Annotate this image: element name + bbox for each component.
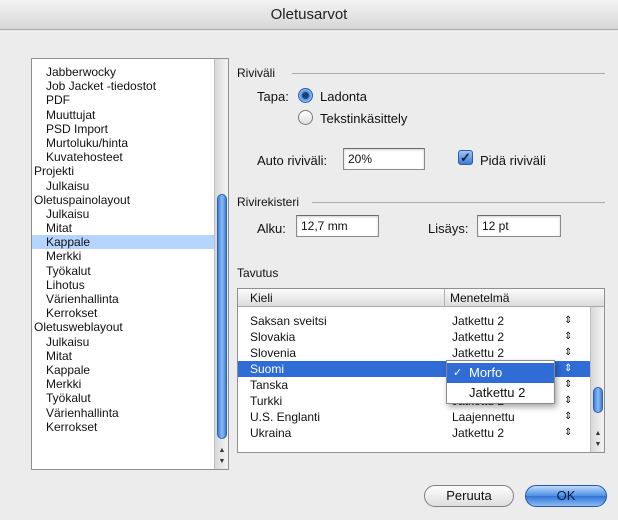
radio-ladonta-label[interactable]: Ladonta <box>320 89 367 104</box>
category-item[interactable]: Kappale <box>32 363 228 377</box>
tavutus-heading: Tavutus <box>237 266 279 280</box>
row-language: Saksan sveitsi <box>250 314 327 328</box>
category-item[interactable]: Mitat <box>32 349 228 363</box>
radio-ladonta[interactable] <box>298 88 313 103</box>
category-items: Jabberwocky Job Jacket -tiedostot PDF Muutt… <box>32 65 228 434</box>
auto-rivivali-label: Auto riviväli: <box>257 153 328 168</box>
row-method[interactable]: Jatkettu 2 <box>452 345 504 361</box>
category-item[interactable]: Merkki <box>32 377 228 391</box>
preferences-window: Oletusarvot Jabberwocky Job Jacket -tiedo… <box>0 0 618 520</box>
tapa-label: Tapa: <box>257 89 289 104</box>
stepper-arrows-icon[interactable]: ⇕ <box>564 393 572 409</box>
stepper-arrows-icon[interactable]: ⇕ <box>564 409 572 425</box>
category-item[interactable]: PSD Import <box>32 122 228 136</box>
pida-rivivali-checkbox[interactable]: ✓ <box>458 150 473 165</box>
lisays-field[interactable]: 12 pt <box>477 215 561 237</box>
method-popup-menu: ✓ Morfo Jatkettu 2 <box>446 360 555 404</box>
rivirekisteri-divider <box>312 202 605 203</box>
rivivali-heading: Riviväli <box>237 66 276 80</box>
table-row[interactable]: Ukraina Jatkettu 2 ⇕ <box>238 425 590 441</box>
row-language: Slovenia <box>250 346 297 360</box>
stepper-arrows-icon[interactable]: ⇕ <box>564 377 572 393</box>
lisays-label: Lisäys: <box>428 221 469 236</box>
table-row[interactable]: Saksan sveitsi Jatkettu 2 ⇕ <box>238 313 590 329</box>
ok-button[interactable]: OK <box>525 485 607 507</box>
category-item[interactable]: Kerrokset <box>32 420 228 434</box>
rivivali-divider <box>292 73 605 74</box>
category-item[interactable]: Värienhallinta <box>32 406 228 420</box>
category-item[interactable]: Kerrokset <box>32 306 228 320</box>
table-row[interactable]: Slovenia Jatkettu 2 ⇕ <box>238 345 590 361</box>
category-item[interactable]: Värienhallinta <box>32 292 228 306</box>
table-header: Kieli Menetelmä <box>238 289 604 307</box>
row-method[interactable]: Jatkettu 2 <box>452 425 504 441</box>
category-list[interactable]: Jabberwocky Job Jacket -tiedostot PDF Muutt… <box>31 58 229 470</box>
popup-option-jatkettu-2[interactable]: Jatkettu 2 <box>447 383 554 403</box>
alku-field[interactable]: 12,7 mm <box>296 215 379 237</box>
category-item[interactable]: Työkalut <box>32 264 228 278</box>
pida-rivivali-label[interactable]: Pidä riviväli <box>480 153 546 168</box>
cancel-button[interactable]: Peruuta <box>424 485 514 507</box>
category-item[interactable]: Lihotus <box>32 278 228 292</box>
category-item[interactable]: Murtoluku/hinta <box>32 136 228 150</box>
auto-rivivali-field[interactable]: 20% <box>343 148 425 170</box>
column-separator <box>444 289 445 307</box>
row-language: U.S. Englanti <box>250 410 321 424</box>
checkmark-icon: ✓ <box>453 367 463 379</box>
category-scrollbar[interactable]: ▲ ▼ <box>214 59 228 469</box>
table-scrollbar[interactable]: ▲ ▼ <box>590 307 604 452</box>
category-group[interactable]: Oletusweblayout <box>32 320 228 334</box>
row-method[interactable]: Jatkettu 2 <box>452 329 504 345</box>
category-item[interactable]: Jabberwocky <box>32 65 228 79</box>
row-method[interactable]: Laajennettu <box>452 409 515 425</box>
column-header-menetelma[interactable]: Menetelmä <box>450 289 509 307</box>
category-item[interactable]: Julkaisu <box>32 335 228 349</box>
row-language: Turkki <box>250 394 283 408</box>
stepper-arrows-icon[interactable]: ⇕ <box>564 329 572 345</box>
alku-label: Alku: <box>257 221 286 236</box>
category-item[interactable]: Kappale <box>32 235 228 250</box>
radio-tekstinkasittely-label[interactable]: Tekstinkäsittely <box>320 111 407 126</box>
row-method[interactable]: Jatkettu 2 <box>452 313 504 329</box>
table-row[interactable]: U.S. Englanti Laajennettu ⇕ <box>238 409 590 425</box>
table-scroll-arrows-icon[interactable]: ▲ ▼ <box>591 428 604 452</box>
row-language: Suomi <box>250 362 285 376</box>
category-item[interactable]: Mitat <box>32 221 228 235</box>
window-title: Oletusarvot <box>0 0 618 30</box>
column-header-kieli[interactable]: Kieli <box>250 289 273 307</box>
category-group[interactable]: Oletuspainolayout <box>32 193 228 207</box>
scroll-arrows-icon[interactable]: ▲ ▼ <box>215 445 228 469</box>
category-item[interactable]: PDF <box>32 93 228 107</box>
radio-tekstinkasittely[interactable] <box>298 110 313 125</box>
category-group[interactable]: Projekti <box>32 164 228 178</box>
category-item[interactable]: Julkaisu <box>32 179 228 193</box>
popup-option-morfo[interactable]: ✓ Morfo <box>447 363 554 383</box>
row-language: Slovakia <box>250 330 296 344</box>
category-scroll-thumb[interactable] <box>217 194 227 439</box>
category-item[interactable]: Job Jacket -tiedostot <box>32 79 228 93</box>
category-item[interactable]: Työkalut <box>32 391 228 405</box>
stepper-arrows-icon[interactable]: ⇕ <box>564 361 572 377</box>
stepper-arrows-icon[interactable]: ⇕ <box>564 425 572 441</box>
row-language: Tanska <box>250 378 289 392</box>
category-item[interactable]: Kuvatehosteet <box>32 150 228 164</box>
category-item[interactable]: Julkaisu <box>32 207 228 221</box>
table-scroll-thumb[interactable] <box>593 387 603 413</box>
row-language: Ukraina <box>250 426 292 440</box>
stepper-arrows-icon[interactable]: ⇕ <box>564 313 572 329</box>
category-item[interactable]: Muuttujat <box>32 108 228 122</box>
stepper-arrows-icon[interactable]: ⇕ <box>564 345 572 361</box>
rivirekisteri-heading: Rivirekisteri <box>237 195 300 209</box>
category-item[interactable]: Merkki <box>32 249 228 263</box>
table-row[interactable]: Slovakia Jatkettu 2 ⇕ <box>238 329 590 345</box>
